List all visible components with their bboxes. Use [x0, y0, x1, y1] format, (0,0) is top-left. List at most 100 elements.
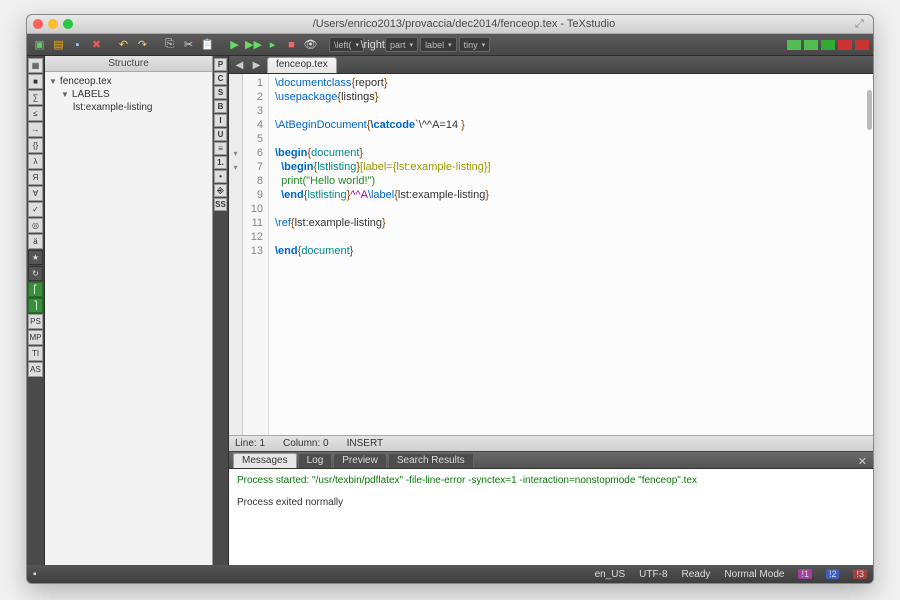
link-icon[interactable]: ⎆ [214, 184, 227, 197]
panel-ps-icon[interactable]: PS [28, 314, 43, 329]
status-doc-icon[interactable]: ▪ [33, 569, 37, 580]
redo-icon[interactable]: ↷ [134, 36, 151, 53]
ss-icon[interactable]: SS [214, 198, 227, 211]
status-ready: Ready [682, 569, 711, 580]
messages-panel: Messages Log Preview Search Results ✕ Pr… [229, 451, 873, 565]
right-bracket-icon[interactable]: \right) [366, 36, 383, 53]
build-view-icon[interactable]: ▶▶ [245, 36, 262, 53]
panel-fav-icon[interactable]: ★ [28, 250, 43, 265]
panel-accent-icon[interactable]: ä [28, 234, 43, 249]
badge-2[interactable]: !2 [826, 569, 840, 579]
cut-icon[interactable]: ✂ [180, 36, 197, 53]
status-mode: INSERT [347, 438, 384, 449]
part-icon[interactable]: P [214, 58, 227, 71]
structure-file-node[interactable]: ▼fenceop.tex [49, 75, 208, 88]
fullscreen-icon[interactable]: ⤢ [855, 18, 867, 30]
chap-icon[interactable]: C [214, 72, 227, 85]
enum-icon[interactable]: 1. [214, 156, 227, 169]
list-icon[interactable]: ≡ [214, 142, 227, 155]
item-icon[interactable]: • [214, 170, 227, 183]
tab-fwd-icon[interactable]: ▶ [250, 60, 263, 73]
panel-recent-icon[interactable]: ↻ [28, 266, 43, 281]
messages-body: Process started: "/usr/texbin/pdflatex" … [229, 469, 873, 565]
bold-icon[interactable]: B [214, 100, 227, 113]
bracket-select[interactable]: \left( [329, 37, 364, 52]
panel-greek-icon[interactable]: λ [28, 154, 43, 169]
panel-arrow-icon[interactable]: → [28, 122, 43, 137]
panel-math-icon[interactable]: ∀ [28, 186, 43, 201]
structure-labels-node[interactable]: ▼LABELS [49, 88, 208, 101]
badge-3[interactable]: !3 [853, 569, 867, 579]
titlebar: /Users/enrico2013/provaccia/dec2014/fenc… [27, 15, 873, 34]
close-icon[interactable] [33, 19, 43, 29]
panel-check-icon[interactable]: ✓ [28, 202, 43, 217]
panel-bookmark-icon[interactable]: ■ [28, 74, 43, 89]
sect-icon[interactable]: S [214, 86, 227, 99]
code-editor[interactable]: ▾▾ 12345678910111213 \documentclass{repo… [229, 74, 873, 435]
marker-2-icon[interactable] [804, 40, 818, 50]
structure-panel: Structure ▼fenceop.tex ▼LABELS lst:examp… [45, 56, 213, 565]
panel-misc-icon[interactable]: ◎ [28, 218, 43, 233]
panel-ti-icon[interactable]: TI [28, 346, 43, 361]
panel-as-icon[interactable]: AS [28, 362, 43, 377]
part-select[interactable]: part [385, 37, 418, 52]
tab-messages[interactable]: Messages [233, 453, 297, 468]
panel-mp-icon[interactable]: MP [28, 330, 43, 345]
italic-icon[interactable]: I [214, 114, 227, 127]
panel-relation-icon[interactable]: ≤ [28, 106, 43, 121]
status-col: Column: 0 [283, 438, 329, 449]
new-file-icon[interactable]: ▣ [31, 36, 48, 53]
build-icon[interactable]: ▶ [226, 36, 243, 53]
tab-file[interactable]: fenceop.tex [267, 57, 337, 73]
paste-icon[interactable]: 📋 [199, 36, 216, 53]
tab-back-icon[interactable]: ◀ [233, 60, 246, 73]
tab-search-results[interactable]: Search Results [388, 453, 474, 468]
msg-process-exited: Process exited normally [237, 495, 865, 511]
window-title: /Users/enrico2013/provaccia/dec2014/fenc… [73, 18, 855, 30]
markup-toolbar: P C S B I U ≡ 1. • ⎆ SS [213, 56, 229, 565]
view-icon[interactable]: 👁 [302, 36, 319, 53]
marker-3-icon[interactable] [821, 40, 835, 50]
marker-1-icon[interactable] [787, 40, 801, 50]
size-select[interactable]: tiny [459, 37, 491, 52]
status-encoding[interactable]: UTF-8 [639, 569, 667, 580]
structure-header: Structure [45, 56, 212, 72]
label-select[interactable]: label [420, 37, 457, 52]
tab-log[interactable]: Log [298, 453, 333, 468]
compile-icon[interactable]: ▸ [264, 36, 281, 53]
panel-delim-icon[interactable]: {} [28, 138, 43, 153]
editor-tabs: ◀ ▶ fenceop.tex [229, 56, 873, 74]
code-content[interactable]: \documentclass{report}\usepackage{listin… [269, 74, 873, 435]
fold-gutter[interactable]: ▾▾ [229, 74, 243, 435]
panel-left-icon[interactable]: ⎡ [28, 282, 43, 297]
app-window: /Users/enrico2013/provaccia/dec2014/fenc… [26, 14, 874, 584]
minimize-icon[interactable] [48, 19, 58, 29]
msg-process-started: Process started: "/usr/texbin/pdflatex" … [237, 473, 865, 489]
copy-icon[interactable]: ⎘ [161, 36, 178, 53]
app-statusbar: ▪ en_US UTF-8 Ready Normal Mode !1 !2 !3 [27, 565, 873, 583]
undo-icon[interactable]: ↶ [115, 36, 132, 53]
line-numbers: 12345678910111213 [243, 74, 269, 435]
panel-cyr-icon[interactable]: Я [28, 170, 43, 185]
tab-preview[interactable]: Preview [333, 453, 387, 468]
under-icon[interactable]: U [214, 128, 227, 141]
structure-label-item[interactable]: lst:example-listing [49, 101, 208, 114]
messages-close-icon[interactable]: ✕ [852, 455, 873, 468]
status-editmode[interactable]: Normal Mode [724, 569, 784, 580]
open-file-icon[interactable]: ▤ [50, 36, 67, 53]
status-lang[interactable]: en_US [595, 569, 626, 580]
marker-5-icon[interactable] [855, 40, 869, 50]
traffic-lights [33, 19, 73, 29]
panel-symbols-icon[interactable]: ∑ [28, 90, 43, 105]
close-file-icon[interactable]: ✖ [88, 36, 105, 53]
zoom-icon[interactable] [63, 19, 73, 29]
panel-right-icon[interactable]: ⎤ [28, 298, 43, 313]
editor-statusbar: Line: 1 Column: 0 INSERT [229, 435, 873, 451]
save-icon[interactable]: ▪ [69, 36, 86, 53]
scrollbar[interactable] [867, 90, 872, 130]
badge-1[interactable]: !1 [798, 569, 812, 579]
marker-4-icon[interactable] [838, 40, 852, 50]
stop-icon[interactable]: ■ [283, 36, 300, 53]
status-line: Line: 1 [235, 438, 265, 449]
panel-file-icon[interactable]: ▦ [28, 58, 43, 73]
